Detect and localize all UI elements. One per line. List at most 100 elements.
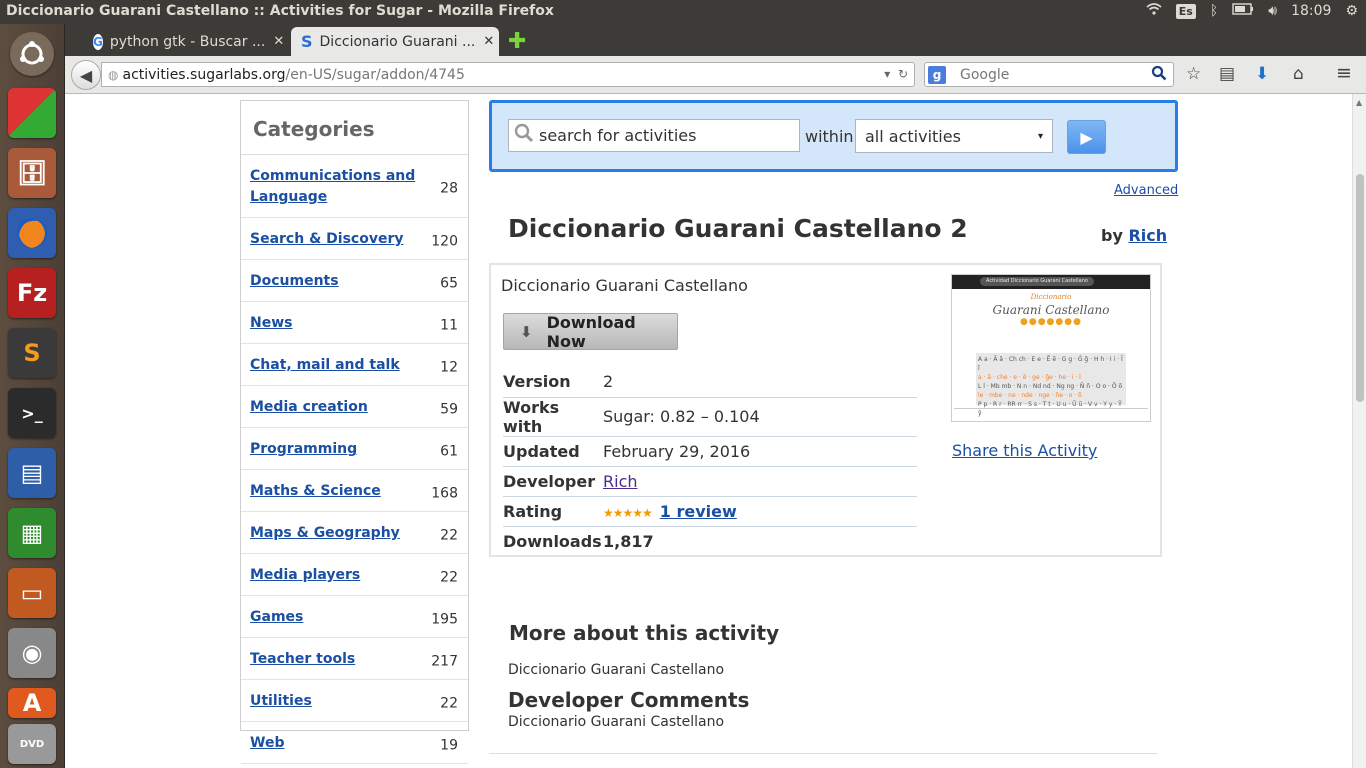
writer-icon[interactable]: ▤ (8, 448, 56, 498)
tab-diccionario[interactable]: S Diccionario Guarani ... ✕ (291, 27, 499, 56)
reload-icon[interactable]: ↻ (898, 67, 908, 81)
sidebar-category-item[interactable]: Collections (241, 764, 468, 768)
new-tab-button[interactable]: ✚ (508, 29, 526, 54)
firefox-icon[interactable] (8, 208, 56, 258)
tab-python-gtk[interactable]: G python gtk - Buscar ... ✕ (83, 27, 289, 56)
category-link[interactable]: Games (250, 609, 303, 625)
category-link[interactable]: Media players (250, 567, 360, 583)
sidebar-category-item[interactable]: Communications and Language 28 (241, 155, 468, 218)
dropdown-icon[interactable]: ▾ (884, 67, 890, 81)
search-input-placeholder: search for activities (539, 126, 697, 145)
download-label: Download Now (546, 312, 636, 351)
sidebar-category-item[interactable]: Media creation 59 (241, 386, 468, 428)
sidebar-category-item[interactable]: Teacher tools 217 (241, 638, 468, 680)
category-list: Communications and Language 28 Search & Di… (241, 155, 468, 768)
more-about-heading: More about this activity (509, 621, 780, 645)
speaker-app-icon[interactable]: ◉ (8, 628, 56, 678)
software-center-icon[interactable]: A (8, 688, 56, 718)
category-count: 11 (440, 316, 458, 333)
sidebar-category-item[interactable]: Chat, mail and talk 12 (241, 344, 468, 386)
sidebar-category-item[interactable]: Utilities 22 (241, 680, 468, 722)
sublime-text-icon[interactable]: S (8, 328, 56, 378)
home-icon[interactable]: ⌂ (1293, 64, 1304, 84)
category-link[interactable]: Documents (250, 273, 339, 289)
search-scope-value: all activities (865, 126, 961, 146)
author-link[interactable]: Rich (1128, 226, 1167, 245)
developer-comments-text: Diccionario Guarani Castellano (508, 714, 725, 730)
filezilla-icon[interactable]: Fz (8, 268, 56, 318)
ubuntu-dash-icon[interactable] (10, 32, 54, 76)
category-count: 217 (431, 652, 458, 669)
search-icon[interactable] (1151, 65, 1167, 85)
keyboard-layout-indicator[interactable]: Es (1175, 3, 1196, 19)
within-label: within (805, 127, 854, 146)
clock[interactable]: 18:09 (1291, 3, 1331, 19)
activity-screenshot[interactable]: Actividad Diccionario Guarani Castellano… (951, 274, 1151, 422)
screenshot-logo: Diccionario Guarani Castellano (952, 291, 1150, 317)
category-link[interactable]: Communications and Language (250, 168, 415, 205)
scroll-up-icon[interactable]: ▲ (1356, 98, 1362, 107)
bookmark-star-icon[interactable]: ☆ (1186, 64, 1201, 84)
impress-icon[interactable]: ▭ (8, 568, 56, 618)
sidebar-category-item[interactable]: Maps & Geography 22 (241, 512, 468, 554)
search-scope-select[interactable]: all activities ▾ (855, 119, 1053, 153)
bluetooth-icon[interactable]: ᛒ (1210, 3, 1218, 19)
category-count: 61 (440, 442, 458, 459)
tab-bar: G python gtk - Buscar ... ✕ S Diccionari… (65, 24, 1366, 56)
file-manager-icon[interactable]: 🗄︎ (8, 148, 56, 198)
advanced-search-link[interactable]: Advanced (1114, 183, 1178, 198)
scrollbar-thumb[interactable] (1356, 174, 1364, 402)
close-icon[interactable]: ✕ (265, 34, 284, 49)
dvd-icon[interactable]: DVD (8, 724, 56, 764)
sidebar-category-item[interactable]: Media players 22 (241, 554, 468, 596)
category-link[interactable]: Chat, mail and talk (250, 357, 400, 373)
menu-icon[interactable]: ≡ (1336, 62, 1352, 84)
window-title: Diccionario Guarani Castellano :: Activi… (6, 3, 554, 19)
tab-label: Diccionario Guarani ... (319, 33, 476, 50)
category-link[interactable]: Web (250, 735, 284, 751)
page-scrollbar[interactable]: ▲ (1352, 94, 1366, 768)
category-link[interactable]: Utilities (250, 693, 312, 709)
terminal-icon[interactable]: >_ (8, 388, 56, 438)
sidebar-category-item[interactable]: Programming 61 (241, 428, 468, 470)
category-link[interactable]: Teacher tools (250, 651, 355, 667)
category-count: 19 (440, 736, 458, 753)
sidebar-category-item[interactable]: Documents 65 (241, 260, 468, 302)
sidebar-category-item[interactable]: Search & Discovery 120 (241, 218, 468, 260)
search-icon (509, 123, 539, 148)
category-link[interactable]: Search & Discovery (250, 231, 403, 247)
search-go-button[interactable]: ▶ (1067, 120, 1106, 154)
calc-icon[interactable]: ▦ (8, 508, 56, 558)
battery-icon[interactable] (1232, 3, 1254, 19)
wifi-icon[interactable] (1146, 2, 1162, 20)
volume-icon[interactable]: 🔊︎ (1268, 3, 1277, 19)
category-link[interactable]: Media creation (250, 399, 368, 415)
download-button[interactable]: ⬇ Download Now (503, 312, 678, 351)
sidebar-category-item[interactable]: News 11 (241, 302, 468, 344)
review-link[interactable]: 1 review (660, 502, 737, 521)
search-input[interactable]: search for activities (508, 119, 800, 152)
screenshot-footer-text (954, 408, 1148, 420)
category-link[interactable]: Programming (250, 441, 357, 457)
sidebar-category-item[interactable]: Maths & Science 168 (241, 470, 468, 512)
bookmarks-list-icon[interactable]: ▤ (1219, 64, 1235, 84)
sidebar-category-item[interactable]: Games 195 (241, 596, 468, 638)
google-engine-icon[interactable]: g (928, 65, 946, 84)
category-link[interactable]: News (250, 315, 292, 331)
developer-link[interactable]: Rich (603, 472, 638, 491)
share-activity-link[interactable]: Share this Activity (952, 441, 1097, 460)
url-bar[interactable]: ◍ activities.sugarlabs.org /en-US/sugar/… (101, 62, 915, 87)
category-link[interactable]: Maps & Geography (250, 525, 400, 541)
web-search-bar[interactable]: g Google (924, 62, 1174, 87)
back-button[interactable]: ◀ (71, 60, 101, 90)
downloads-icon[interactable]: ⬇ (1255, 64, 1269, 84)
category-link[interactable]: Maths & Science (250, 483, 381, 499)
close-icon[interactable]: ✕ (475, 34, 494, 49)
gear-icon[interactable]: ⚙ (1345, 3, 1358, 19)
table-row: Rating ★★★★★ 1 review (503, 496, 917, 527)
table-row: Developer Rich (503, 466, 917, 497)
meta-key: Works with (503, 397, 603, 437)
sidebar-category-item[interactable]: Web 19 (241, 722, 468, 764)
sugar-grid-icon[interactable] (8, 88, 56, 138)
developer-comments-heading: Developer Comments (508, 688, 750, 712)
